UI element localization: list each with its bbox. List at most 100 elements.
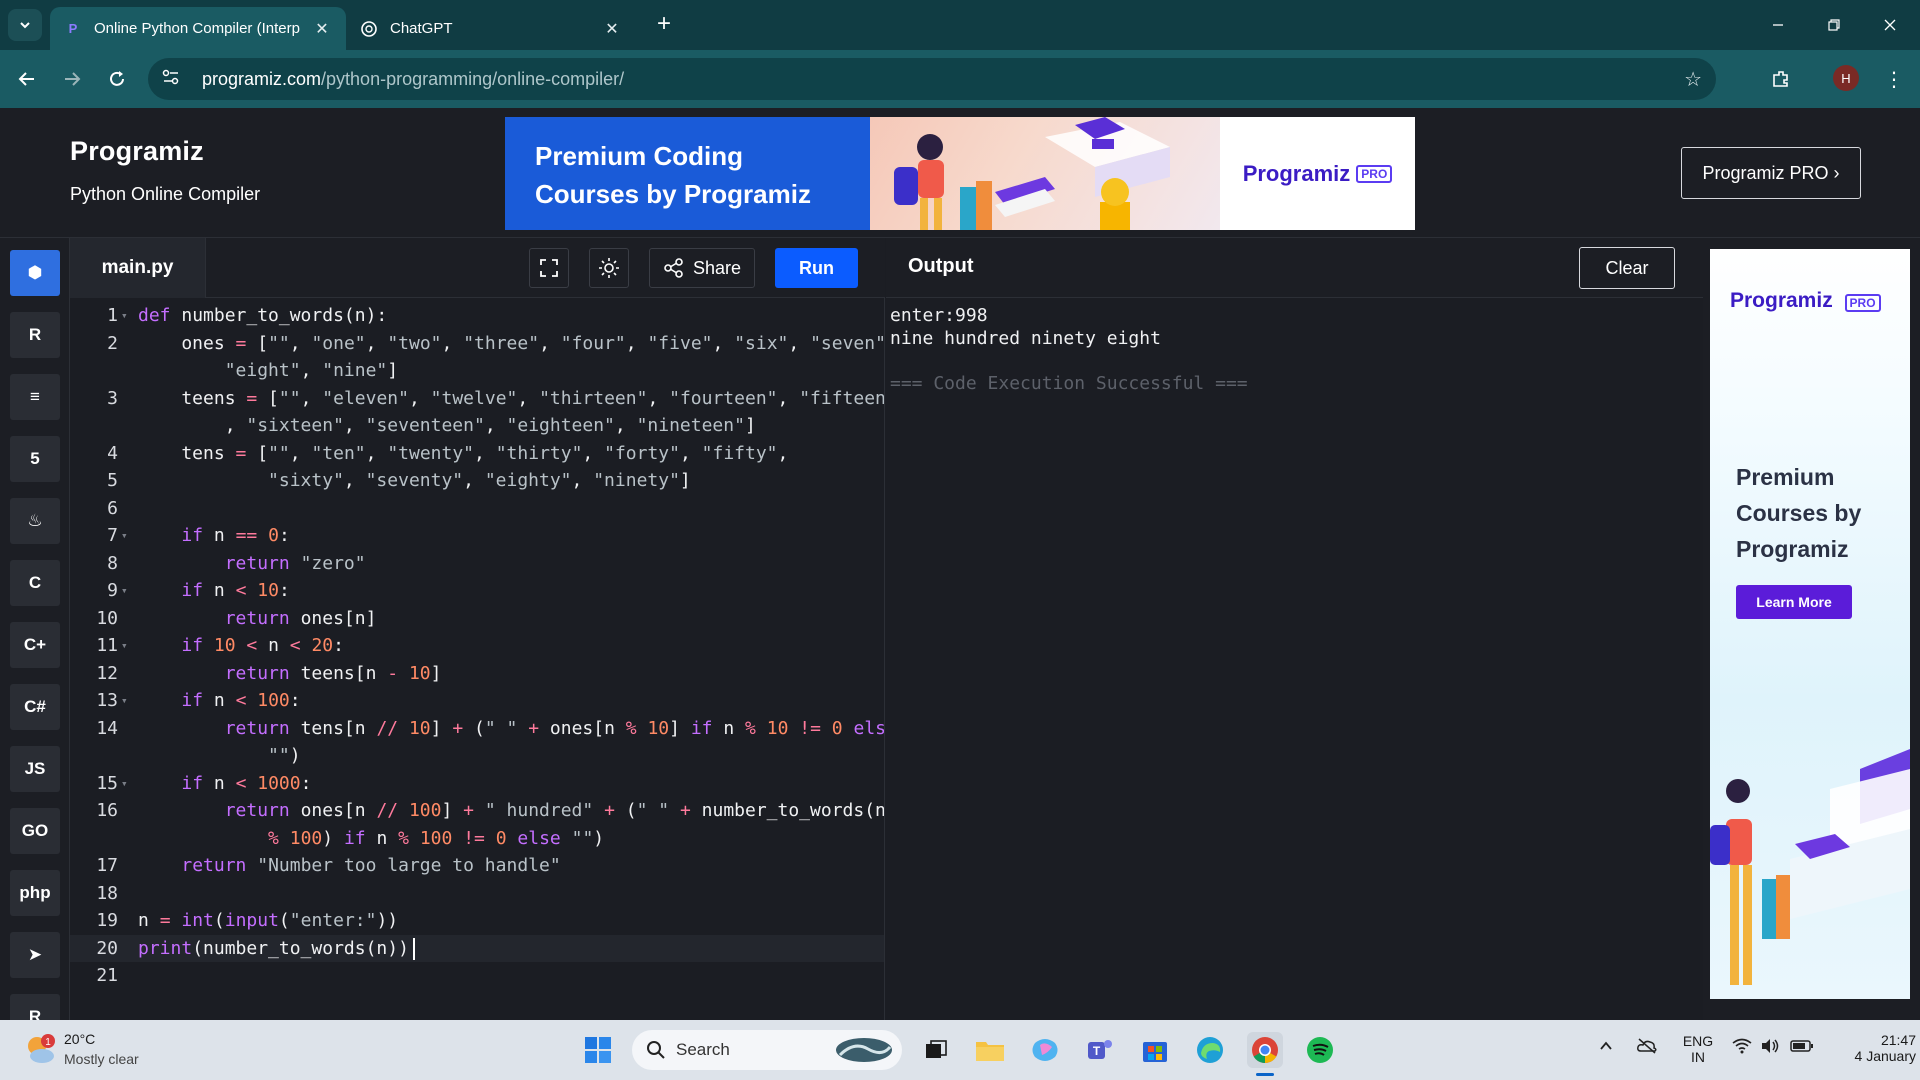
code-text: if n < 100: xyxy=(181,690,301,711)
language-csharp-button[interactable]: C# xyxy=(10,684,60,730)
language-cpp-button[interactable]: C+ xyxy=(10,622,60,668)
language-java-button[interactable]: ♨ xyxy=(10,498,60,544)
language-rust-button[interactable]: R xyxy=(10,994,60,1020)
clock-time: 21:47 xyxy=(1880,1032,1916,1048)
code-line[interactable]: 13 ▾ if n < 100: xyxy=(70,687,884,714)
code-line[interactable]: 18 xyxy=(70,880,884,907)
start-button[interactable] xyxy=(580,1032,616,1068)
language-javascript-button[interactable]: JS xyxy=(10,746,60,792)
partly-cloudy-icon: 1 xyxy=(28,1034,55,1063)
onedrive-offline-icon[interactable] xyxy=(1636,1038,1658,1059)
code-line[interactable]: , "sixteen", "seventeen", "eighteen", "n… xyxy=(70,412,884,439)
copilot-icon[interactable] xyxy=(1027,1032,1063,1068)
code-line[interactable]: 17 return "Number too large to handle" xyxy=(70,852,884,879)
code-line[interactable]: 16 return ones[n // 100] + " hundred" + … xyxy=(70,797,884,824)
language-sql-button[interactable]: ≡ xyxy=(10,374,60,420)
language-go-button[interactable]: GO xyxy=(10,808,60,854)
programiz-logo[interactable]: Programiz xyxy=(70,136,204,167)
language-r-button[interactable]: R xyxy=(10,312,60,358)
fold-arrow-icon[interactable]: ▾ xyxy=(121,770,128,797)
tab-search-button[interactable] xyxy=(8,9,42,41)
output-console[interactable]: enter:998 nine hundred ninety eight === Co… xyxy=(886,298,1703,1020)
taskbar-search[interactable]: Search xyxy=(632,1030,902,1070)
language-c-button[interactable]: C xyxy=(10,560,60,606)
file-explorer-icon[interactable] xyxy=(972,1032,1008,1068)
python-icon: ⬢ xyxy=(27,263,43,282)
code-line[interactable]: 12 return teens[n - 10] xyxy=(70,660,884,687)
spotify-icon[interactable] xyxy=(1302,1032,1338,1068)
language-php-button[interactable]: php xyxy=(10,870,60,916)
close-icon[interactable]: ✕ xyxy=(602,19,622,39)
tab-programiz[interactable]: P Online Python Compiler (Interp ✕ xyxy=(50,7,346,50)
restore-icon[interactable] xyxy=(1814,10,1854,40)
fold-arrow-icon[interactable]: ▾ xyxy=(121,687,128,714)
code-line[interactable]: "eight", "nine"] xyxy=(70,357,884,384)
file-tab-main[interactable]: main.py xyxy=(70,238,206,298)
site-info-icon[interactable] xyxy=(162,69,184,89)
code-line[interactable]: 4 tens = ["", "ten", "twenty", "thirty",… xyxy=(70,440,884,467)
clock[interactable]: 21:47 4 January xyxy=(1820,1032,1916,1064)
fold-arrow-icon[interactable]: ▾ xyxy=(121,522,128,549)
forward-icon[interactable] xyxy=(55,62,89,96)
code-line[interactable]: 7 ▾ if n == 0: xyxy=(70,522,884,549)
extensions-icon[interactable] xyxy=(1764,62,1798,96)
profile-avatar[interactable]: H xyxy=(1833,65,1859,91)
ad-card[interactable]: Programiz PRO Premium Courses by Program… xyxy=(1710,249,1910,999)
code-line[interactable]: 6 xyxy=(70,495,884,522)
promo-banner[interactable]: Premium Coding Courses by Programiz Prog… xyxy=(505,117,1415,230)
fold-arrow-icon[interactable]: ▾ xyxy=(121,577,128,604)
weather-widget[interactable]: 1 xyxy=(22,1032,56,1066)
input-language[interactable]: ENG IN xyxy=(1680,1033,1716,1065)
fold-arrow-icon[interactable]: ▾ xyxy=(121,632,128,659)
code-line[interactable]: 11 ▾ if 10 < n < 20: xyxy=(70,632,884,659)
fullscreen-button[interactable] xyxy=(529,248,569,288)
language-html-button[interactable]: 5 xyxy=(10,436,60,482)
line-number: 10 xyxy=(96,607,118,629)
code-line[interactable]: 8 return "zero" xyxy=(70,550,884,577)
share-button[interactable]: Share xyxy=(649,248,755,288)
reload-icon[interactable] xyxy=(100,62,134,96)
more-menu-icon[interactable]: ⋮ xyxy=(1877,62,1911,96)
code-line[interactable]: 5 "sixty", "seventy", "eighty", "ninety"… xyxy=(70,467,884,494)
code-line[interactable]: 20 print(number_to_words(n)) xyxy=(70,934,884,962)
line-number: 11 xyxy=(96,635,118,656)
volume-icon[interactable] xyxy=(1760,1038,1780,1059)
bookmark-star-icon[interactable]: ☆ xyxy=(1684,67,1702,92)
address-bar[interactable]: programiz.com/python-programming/online-… xyxy=(148,58,1716,100)
wifi-icon[interactable] xyxy=(1732,1038,1752,1059)
window-close-icon[interactable] xyxy=(1870,10,1910,40)
new-tab-button[interactable]: + xyxy=(650,11,678,39)
tray-overflow-icon[interactable] xyxy=(1598,1038,1614,1059)
theme-toggle-button[interactable] xyxy=(589,248,629,288)
edge-icon[interactable] xyxy=(1192,1032,1228,1068)
teams-icon[interactable]: T xyxy=(1082,1032,1118,1068)
code-line[interactable]: 2 ones = ["", "one", "two", "three", "fo… xyxy=(70,330,884,357)
language-python-button[interactable]: ⬢ xyxy=(10,250,60,296)
code-line[interactable]: 9 ▾ if n < 10: xyxy=(70,577,884,604)
programiz-pro-button[interactable]: Programiz PRO › xyxy=(1681,147,1861,199)
code-line[interactable]: 21 xyxy=(70,962,884,989)
tab-chatgpt[interactable]: ChatGPT ✕ xyxy=(346,7,636,50)
code-line[interactable]: 14 return tens[n // 10] + (" " + ones[n … xyxy=(70,715,884,742)
code-line[interactable]: 10 return ones[n] xyxy=(70,605,884,632)
code-editor[interactable]: 1 ▾ def number_to_words(n): 2 ones = ["", "… xyxy=(70,298,885,1020)
task-view-icon[interactable] xyxy=(918,1032,954,1068)
learn-more-button[interactable]: Learn More xyxy=(1736,585,1852,619)
code-line[interactable]: "") xyxy=(70,742,884,769)
run-button[interactable]: Run xyxy=(775,248,858,288)
line-number: 3 xyxy=(107,387,118,409)
code-line[interactable]: % 100) if n % 100 != 0 else "") xyxy=(70,825,884,852)
clear-button[interactable]: Clear xyxy=(1579,247,1675,289)
code-line[interactable]: 15 ▾ if n < 1000: xyxy=(70,770,884,797)
code-line[interactable]: 1 ▾ def number_to_words(n): xyxy=(70,302,884,329)
store-icon[interactable] xyxy=(1137,1032,1173,1068)
battery-icon[interactable] xyxy=(1790,1038,1814,1059)
chrome-icon[interactable] xyxy=(1247,1032,1283,1068)
minimize-icon[interactable] xyxy=(1758,10,1798,40)
code-line[interactable]: 3 teens = ["", "eleven", "twelve", "thir… xyxy=(70,385,884,412)
close-icon[interactable]: ✕ xyxy=(312,19,332,39)
back-icon[interactable] xyxy=(10,62,44,96)
language-swift-button[interactable]: ➤ xyxy=(10,932,60,978)
code-line[interactable]: 19 n = int(input("enter:")) xyxy=(70,907,884,934)
fold-arrow-icon[interactable]: ▾ xyxy=(121,302,128,329)
